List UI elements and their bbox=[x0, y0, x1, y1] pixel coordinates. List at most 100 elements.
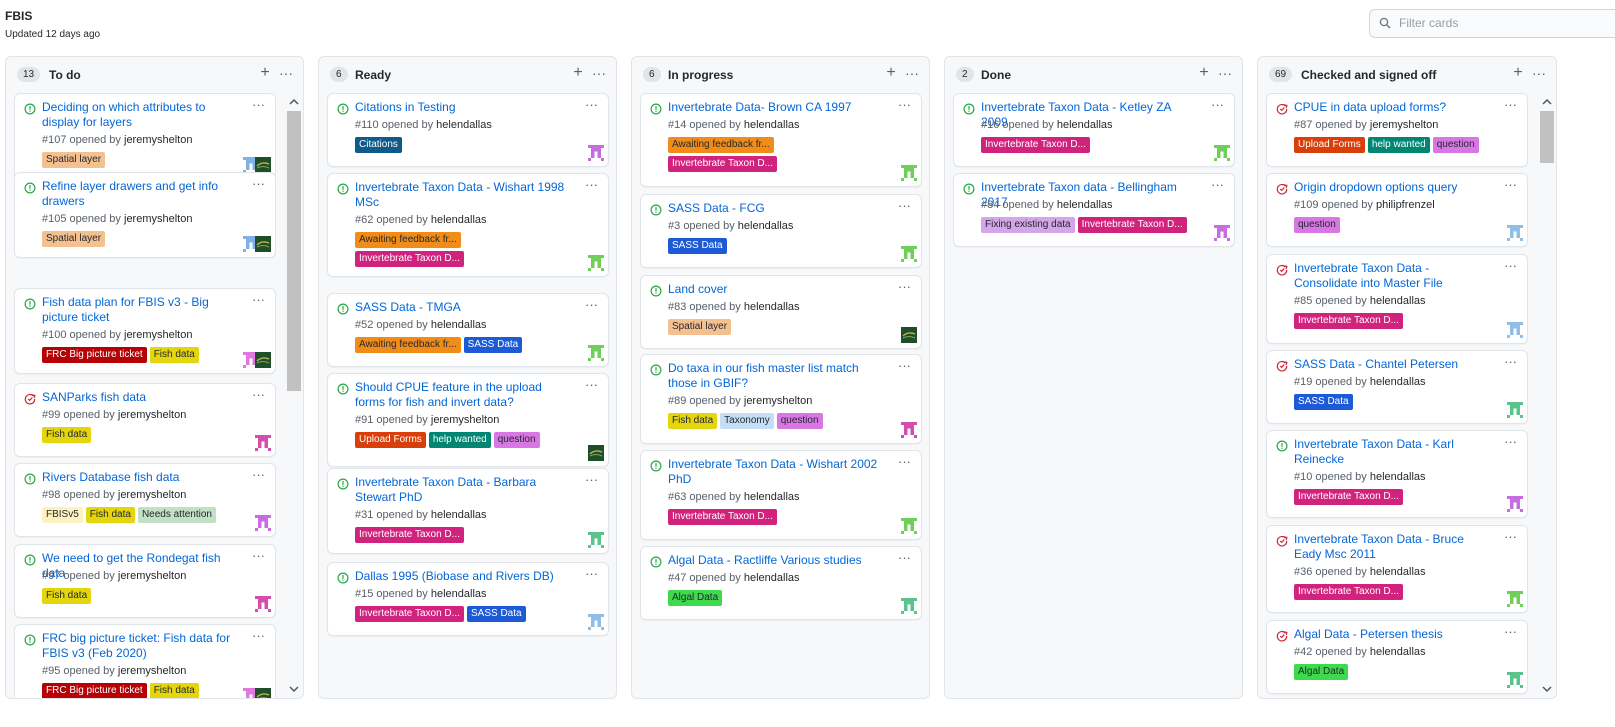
issue-title-link[interactable]: CPUE in data upload forms? bbox=[1294, 100, 1486, 115]
issue-label[interactable]: Fixing existing data bbox=[981, 217, 1075, 233]
issue-card[interactable]: Fish data plan for FBIS v3 - Big picture… bbox=[14, 288, 276, 374]
issue-author-link[interactable]: jeremyshelton bbox=[1370, 119, 1438, 131]
issue-label[interactable]: Invertebrate Taxon D... bbox=[1294, 489, 1403, 505]
issue-label[interactable]: Awaiting feedback fr... bbox=[355, 232, 461, 248]
identicon-violet[interactable] bbox=[588, 145, 604, 161]
card-menu-button[interactable]: ··· bbox=[252, 177, 265, 191]
issue-author-link[interactable]: helendallas bbox=[744, 301, 800, 313]
issue-label[interactable]: Invertebrate Taxon D... bbox=[981, 137, 1090, 153]
card-menu-button[interactable]: ··· bbox=[252, 629, 265, 643]
identicon-lime[interactable] bbox=[1214, 145, 1230, 161]
add-card-button[interactable]: + bbox=[571, 63, 585, 83]
issue-author-link[interactable]: jeremyshelton bbox=[124, 134, 192, 146]
issue-card[interactable]: SANParks fish data ··· #99 opened by jerem… bbox=[14, 383, 276, 457]
scroll-up-icon[interactable] bbox=[1541, 96, 1553, 108]
identicon-sky[interactable] bbox=[1507, 225, 1523, 241]
issue-card[interactable]: Invertebrate Taxon Data - Wishart 2002 P… bbox=[640, 450, 922, 540]
column-menu-button[interactable]: ··· bbox=[278, 64, 294, 82]
issue-title-link[interactable]: SANParks fish data bbox=[42, 390, 234, 405]
issue-title-link[interactable]: SASS Data - Chantel Petersen bbox=[1294, 357, 1486, 372]
issue-title-link[interactable]: Rivers Database fish data bbox=[42, 470, 234, 485]
issue-label[interactable]: question bbox=[776, 413, 823, 429]
card-menu-button[interactable]: ··· bbox=[1211, 178, 1224, 192]
issue-label[interactable]: Fish data bbox=[668, 413, 718, 429]
issue-title-link[interactable]: Deciding on which attributes to display … bbox=[42, 100, 234, 130]
issue-label[interactable]: Invertebrate Taxon D... bbox=[668, 509, 777, 525]
card-menu-button[interactable]: ··· bbox=[585, 298, 598, 312]
issue-author-link[interactable]: helendallas bbox=[1370, 376, 1426, 388]
issue-author-link[interactable]: jeremyshelton bbox=[118, 570, 186, 582]
issue-author-link[interactable]: helendallas bbox=[744, 491, 800, 503]
issue-title-link[interactable]: Invertebrate Taxon Data - Wishart 2002 P… bbox=[668, 457, 880, 487]
issue-title-link[interactable]: Do taxa in our fish master list match th… bbox=[668, 361, 880, 391]
issue-author-link[interactable]: helendallas bbox=[1370, 295, 1426, 307]
column-scrollbar[interactable] bbox=[285, 93, 303, 698]
issue-card[interactable]: Do taxa in our fish master list match th… bbox=[640, 354, 922, 444]
card-menu-button[interactable]: ··· bbox=[1504, 178, 1517, 192]
card-menu-button[interactable]: ··· bbox=[252, 468, 265, 482]
card-menu-button[interactable]: ··· bbox=[1504, 98, 1517, 112]
issue-card[interactable]: Invertebrate Taxon Data - Wishart 1998 M… bbox=[327, 173, 609, 277]
avatar-photo[interactable] bbox=[588, 445, 604, 461]
issue-title-link[interactable]: Dallas 1995 (Biobase and Rivers DB) bbox=[355, 569, 567, 584]
identicon-sky[interactable] bbox=[588, 614, 604, 630]
issue-author-link[interactable]: jeremyshelton bbox=[431, 414, 499, 426]
issue-author-link[interactable]: helendallas bbox=[1370, 566, 1426, 578]
card-menu-button[interactable]: ··· bbox=[1504, 530, 1517, 544]
add-card-button[interactable]: + bbox=[884, 63, 898, 83]
add-card-button[interactable]: + bbox=[258, 63, 272, 83]
identicon-violet[interactable] bbox=[1214, 225, 1230, 241]
issue-title-link[interactable]: Algal Data - Ractliffe Various studies bbox=[668, 553, 880, 568]
issue-label[interactable]: FRC Big picture ticket bbox=[42, 683, 147, 698]
issue-label[interactable]: help wanted bbox=[428, 432, 491, 448]
identicon-magenta[interactable] bbox=[255, 596, 271, 612]
issue-author-link[interactable]: helendallas bbox=[1370, 646, 1426, 658]
card-menu-button[interactable]: ··· bbox=[252, 98, 265, 112]
identicon-mint[interactable] bbox=[1507, 402, 1523, 418]
issue-card[interactable]: We need to get the Rondegat fish data ···… bbox=[14, 544, 276, 618]
issue-label[interactable]: Fish data bbox=[149, 683, 199, 698]
add-card-button[interactable]: + bbox=[1197, 63, 1211, 83]
issue-card[interactable]: Invertebrate Taxon Data - Karl Reinecke ·… bbox=[1266, 430, 1528, 518]
issue-card[interactable]: Invertebrate Taxon Data - Bruce Eady Msc… bbox=[1266, 525, 1528, 613]
issue-card[interactable]: Deciding on which attributes to display … bbox=[14, 93, 276, 179]
card-menu-button[interactable]: ··· bbox=[898, 199, 911, 213]
issue-author-link[interactable]: helendallas bbox=[431, 509, 487, 521]
column-menu-button[interactable]: ··· bbox=[904, 64, 920, 82]
column-menu-button[interactable]: ··· bbox=[591, 64, 607, 82]
issue-title-link[interactable]: Algal Data - Petersen thesis bbox=[1294, 627, 1486, 642]
identicon-mint[interactable] bbox=[588, 532, 604, 548]
issue-author-link[interactable]: helendallas bbox=[744, 572, 800, 584]
issue-author-link[interactable]: jeremyshelton bbox=[124, 329, 192, 341]
issue-author-link[interactable]: jeremyshelton bbox=[118, 489, 186, 501]
issue-label[interactable]: Upload Forms bbox=[355, 432, 426, 448]
issue-label[interactable]: Spatial layer bbox=[42, 152, 106, 168]
issue-author-link[interactable]: philipfrenzel bbox=[1376, 199, 1435, 211]
card-menu-button[interactable]: ··· bbox=[898, 359, 911, 373]
issue-title-link[interactable]: Invertebrate Taxon Data - Karl Reinecke bbox=[1294, 437, 1486, 467]
issue-card[interactable]: Rivers Database fish data ··· #98 opened b… bbox=[14, 463, 276, 537]
issue-author-link[interactable]: jeremyshelton bbox=[118, 409, 186, 421]
identicon-mint[interactable] bbox=[1507, 672, 1523, 688]
issue-title-link[interactable]: Should CPUE feature in the upload forms … bbox=[355, 380, 567, 410]
issue-card[interactable]: Algal Data - Ractliffe Various studies ··… bbox=[640, 546, 922, 620]
issue-label[interactable]: Awaiting feedback fr... bbox=[355, 337, 461, 353]
issue-title-link[interactable]: Citations in Testing bbox=[355, 100, 567, 115]
issue-card[interactable]: SASS Data - TMGA ··· #52 opened by helenda… bbox=[327, 293, 609, 367]
avatar-photo[interactable] bbox=[901, 327, 917, 343]
identicon-lime[interactable] bbox=[901, 518, 917, 534]
issue-label[interactable]: SASS Data bbox=[668, 238, 727, 254]
card-menu-button[interactable]: ··· bbox=[898, 98, 911, 112]
issue-label[interactable]: question bbox=[493, 432, 540, 448]
card-menu-button[interactable]: ··· bbox=[1211, 98, 1224, 112]
issue-label[interactable]: Algal Data bbox=[668, 590, 723, 606]
identicon-magenta[interactable] bbox=[255, 435, 271, 451]
issue-label[interactable]: Invertebrate Taxon D... bbox=[355, 527, 464, 543]
identicon-lime[interactable] bbox=[1507, 591, 1523, 607]
issue-card[interactable]: Should CPUE feature in the upload forms … bbox=[327, 373, 609, 467]
issue-title-link[interactable]: Refine layer drawers and get info drawer… bbox=[42, 179, 234, 209]
identicon-sky[interactable] bbox=[1507, 322, 1523, 338]
avatar-photo[interactable] bbox=[255, 157, 271, 173]
identicon-violet[interactable] bbox=[1507, 496, 1523, 512]
issue-author-link[interactable]: jeremyshelton bbox=[124, 213, 192, 225]
